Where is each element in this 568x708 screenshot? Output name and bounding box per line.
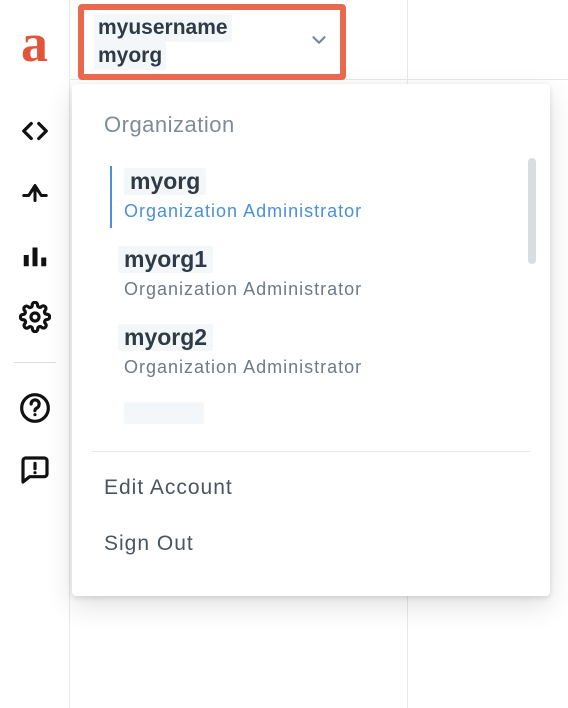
org-name: myorg2	[118, 324, 213, 351]
dropdown-divider	[92, 451, 530, 452]
org-item-myorg[interactable]: myorg Organization Administrator	[72, 158, 550, 236]
feedback-icon[interactable]	[18, 453, 52, 487]
bar-chart-icon[interactable]	[18, 238, 52, 272]
username-label: myusername	[94, 14, 232, 42]
org-role: Organization Administrator	[118, 279, 518, 300]
trigger-text: myusername myorg	[94, 14, 308, 71]
org-name: myorg	[124, 168, 206, 195]
edit-account-action[interactable]: Edit Account	[72, 460, 550, 516]
account-dropdown: Organization myorg Organization Administ…	[72, 84, 550, 596]
org-item-partial[interactable]	[72, 392, 550, 433]
gear-icon[interactable]	[18, 300, 52, 334]
sign-out-action[interactable]: Sign Out	[72, 516, 550, 572]
dropdown-section-title: Organization	[72, 112, 550, 156]
sidebar-divider	[14, 362, 56, 363]
org-item-myorg2[interactable]: myorg2 Organization Administrator	[72, 314, 550, 392]
account-switcher-trigger[interactable]: myusername myorg	[78, 4, 346, 80]
upload-icon[interactable]	[18, 176, 52, 210]
logo: a	[21, 16, 48, 70]
current-org-label: myorg	[94, 42, 166, 70]
chevron-down-icon	[308, 29, 330, 56]
code-icon[interactable]	[18, 114, 52, 148]
org-role: Organization Administrator	[118, 357, 518, 378]
org-name: myorg1	[118, 246, 213, 273]
org-list: myorg Organization Administrator myorg1 …	[72, 156, 550, 443]
org-role: Organization Administrator	[124, 201, 518, 222]
org-item-myorg1[interactable]: myorg1 Organization Administrator	[72, 236, 550, 314]
org-name-stub	[124, 402, 204, 424]
sidebar: a	[0, 0, 70, 708]
help-circle-icon[interactable]	[18, 391, 52, 425]
